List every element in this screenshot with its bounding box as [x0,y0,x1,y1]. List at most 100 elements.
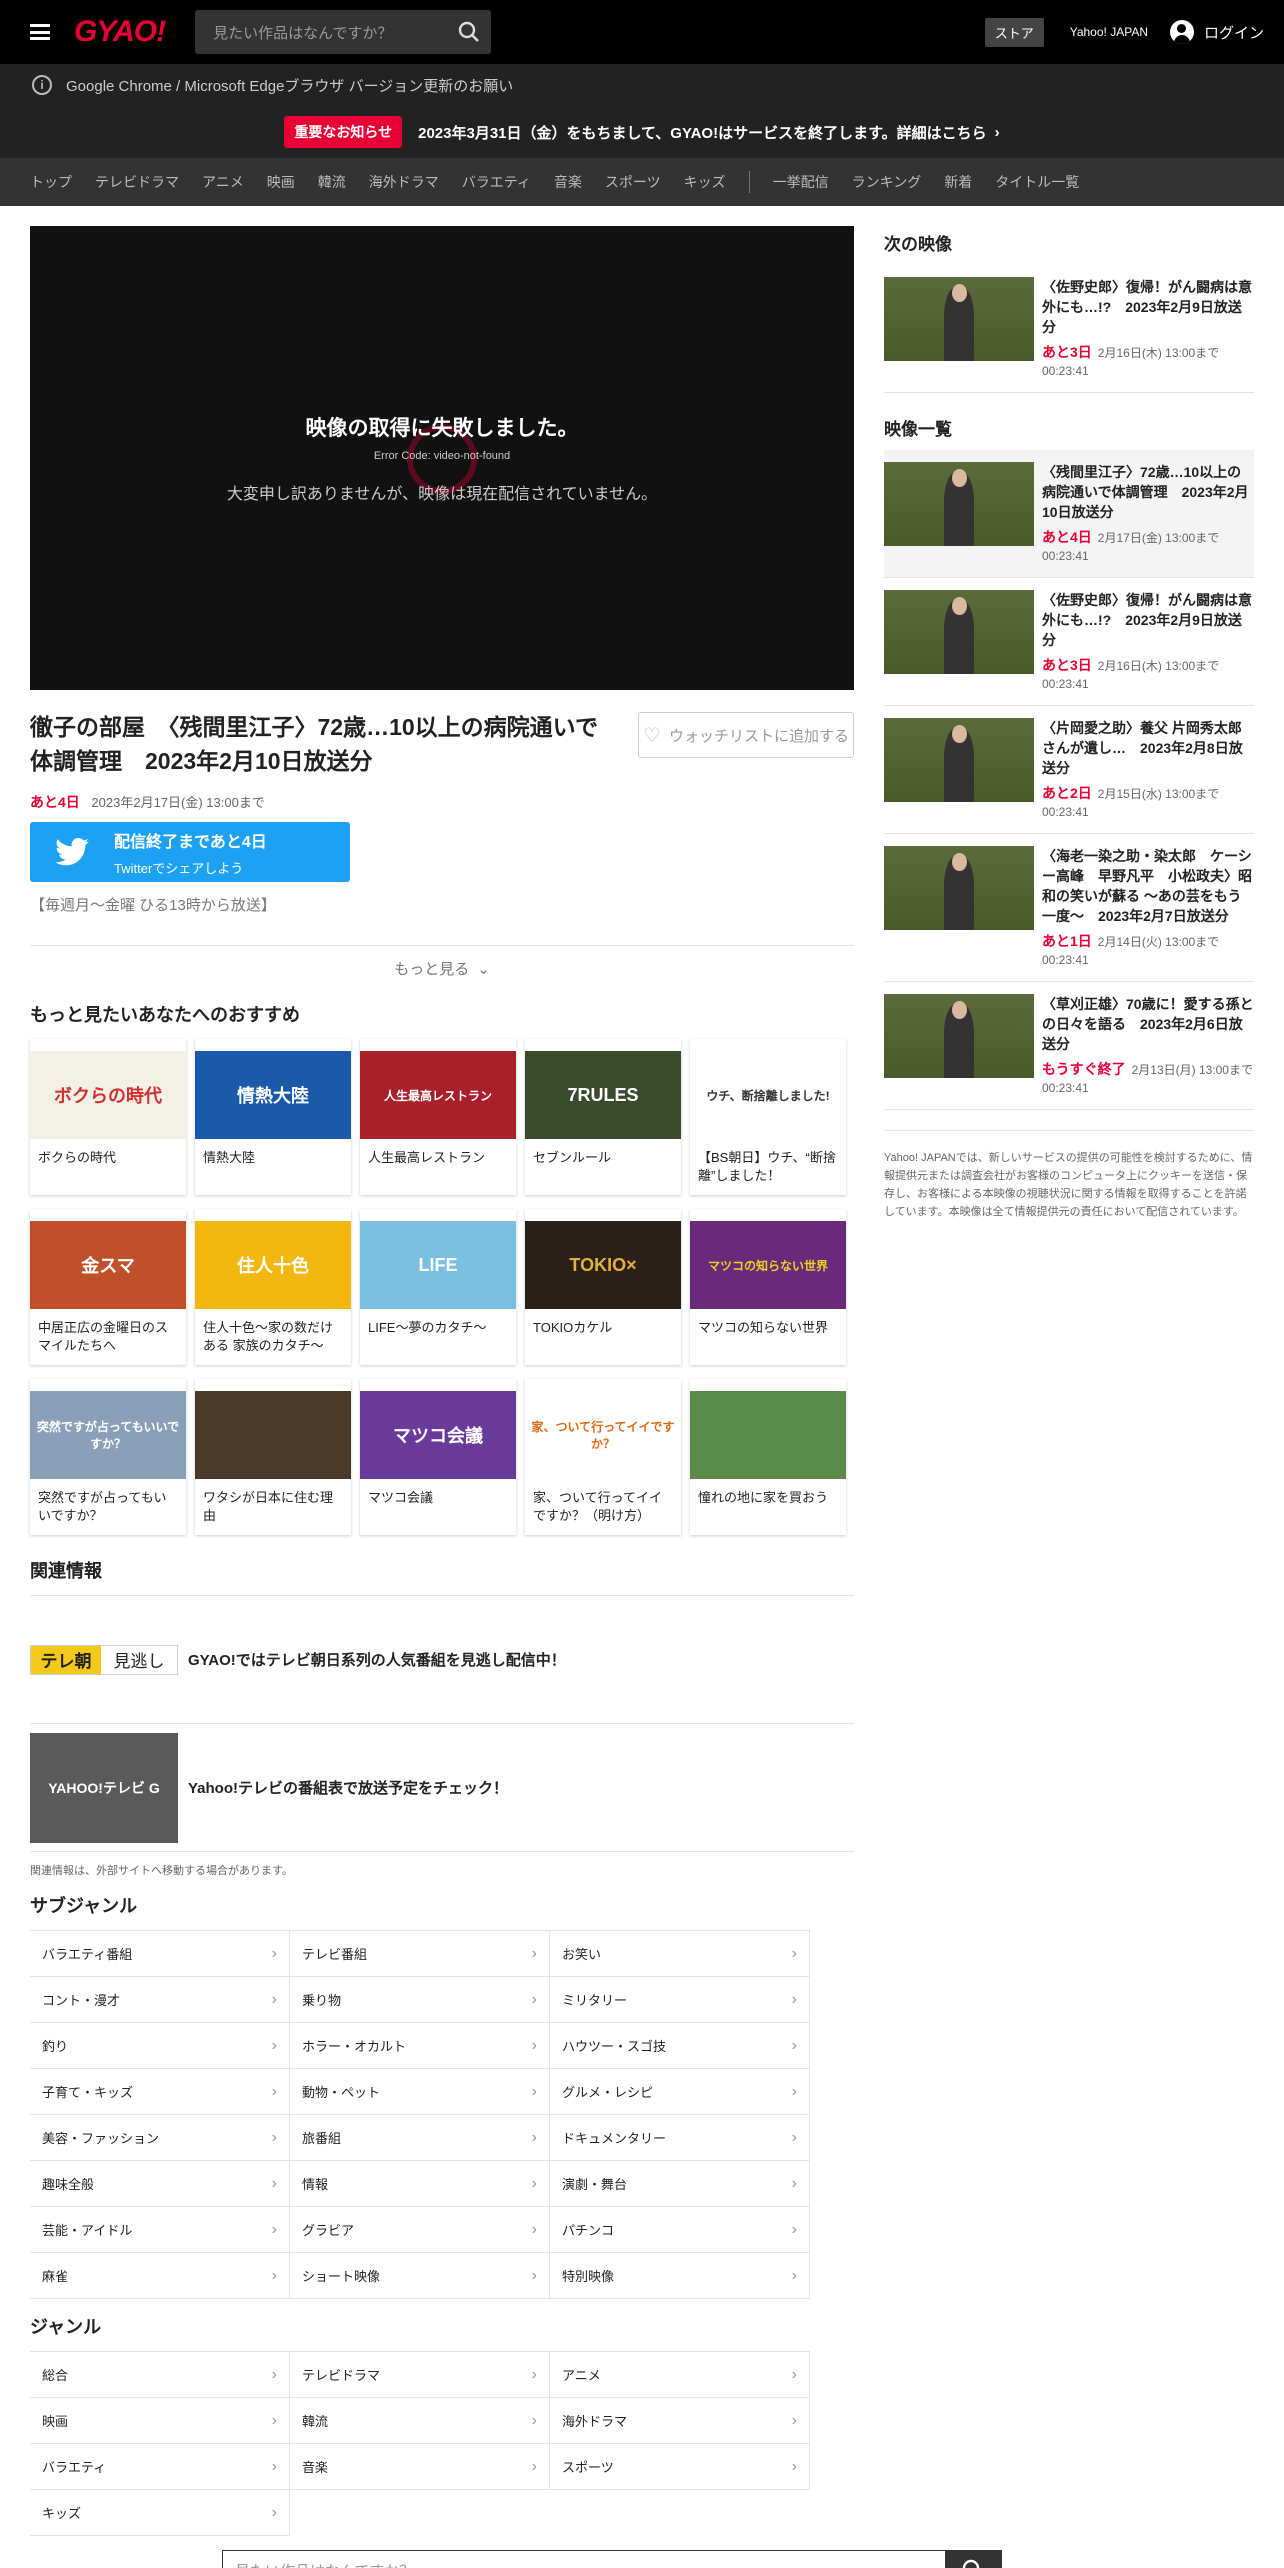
nav-item[interactable]: トップ [30,172,72,192]
recommend-card[interactable]: 情熱大陸 情熱大陸 [195,1039,351,1195]
recommend-card[interactable]: 7RULES セブンルール [525,1039,681,1195]
genre-link[interactable]: テレビドラマ › [290,2352,550,2398]
subgenre-link[interactable]: ドキュメンタリー › [550,2115,810,2161]
genre-link[interactable]: スポーツ › [550,2444,810,2490]
nav-item[interactable]: 海外ドラマ [369,172,439,192]
subgenre-link[interactable]: 動物・ペット › [290,2069,550,2115]
subgenre-link[interactable]: 乗り物 › [290,1977,550,2023]
recommend-card[interactable]: ボクらの時代 ボクらの時代 [30,1039,186,1195]
subgenre-link[interactable]: 旅番組 › [290,2115,550,2161]
subgenre-label: ショート映像 [302,2269,381,2284]
recommend-thumb-text: 突然ですが占ってもいいですか？ [36,1420,180,1451]
subgenre-link[interactable]: お笑い › [550,1931,810,1977]
video-list-item[interactable]: 〈草刈正雄〉70歳に！愛する孫との日々を語る 2023年2月6日放送分 もうすぐ終… [884,982,1254,1110]
subgenre-link[interactable]: コント・漫才 › [30,1977,290,2023]
recommend-card[interactable]: マツコの知らない世界 マツコの知らない世界 [690,1209,846,1365]
search-icon[interactable] [447,10,491,54]
subgenre-label: ドキュメンタリー [562,2131,667,2146]
search-input[interactable]: 見たい作品はなんですか？ [213,22,447,43]
video-list-item[interactable]: 〈佐野史郎〉復帰！がん闘病は意外にも…!? 2023年2月9日放送分 あと3日 2月… [884,578,1254,706]
subgenre-link[interactable]: 釣り › [30,2023,290,2069]
recommend-card[interactable]: 金スマ 中居正広の金曜日のスマイルたちへ [30,1209,186,1365]
more-button[interactable]: もっと見る ⌄ [30,945,854,991]
genre-link[interactable]: 海外ドラマ › [550,2398,810,2444]
subgenre-link[interactable]: テレビ番組 › [290,1931,550,1977]
important-notice[interactable]: 重要なお知らせ 2023年3月31日（金）をもちまして、GYAO!はサービスを終… [0,106,1284,158]
subgenre-link[interactable]: ハウツー・スゴ技 › [550,2023,810,2069]
side-item-deadline: もうすぐ終了 2月13日(月) 13:00まで 00:23:41 [1042,1060,1254,1097]
nav-item[interactable]: アニメ [202,172,244,192]
related-item-yahoo-tv[interactable]: YAHOO!テレビ G Yahoo!テレビの番組表で放送予定をチェック！ [30,1724,854,1852]
recommend-thumb-text: LIFE [418,1254,458,1275]
recommend-card[interactable]: 突然ですが占ってもいいですか？ 突然ですが占ってもいいですか？ [30,1379,186,1535]
video-list-item[interactable]: 〈片岡愛之助〉養父 片岡秀太郎さんが遺し… 2023年2月8日放送分 あと2日 2月… [884,706,1254,834]
browser-update-bar[interactable]: i Google Chrome / Microsoft Edgeブラウザ バージ… [0,64,1284,106]
login-button[interactable]: ログイン [1169,20,1264,44]
menu-icon[interactable] [30,24,50,40]
recommend-card[interactable]: 憧れの地に家を買おう [690,1379,846,1535]
recommend-card[interactable]: マツコ会議 マツコ会議 [360,1379,516,1535]
video-list-item[interactable]: 〈海老一染之助・染太郎 ケーシー高峰 早野凡平 小松政夫〉昭和の笑いが蘇る ～あ… [884,834,1254,982]
genre-link[interactable]: キッズ › [30,2490,290,2536]
nav-item[interactable]: 音楽 [554,172,582,192]
genre-link[interactable]: 音楽 › [290,2444,550,2490]
next-video-item[interactable]: 〈佐野史郎〉復帰！がん闘病は意外にも…!? 2023年2月9日放送分 あと3日 2… [884,265,1254,393]
subgenre-link[interactable]: 子育て・キッズ › [30,2069,290,2115]
video-player[interactable]: 映像の取得に失敗しました。 Error Code: video-not-foun… [30,226,854,690]
subgenre-link[interactable]: 情報 › [290,2161,550,2207]
yahoo-japan-link[interactable]: Yahoo! JAPAN [1070,25,1148,39]
subgenre-link[interactable]: ショート映像 › [290,2253,550,2299]
store-button[interactable]: ストア [984,17,1044,47]
recommend-card[interactable]: LIFE LIFE～夢のカタチ～ [360,1209,516,1365]
genre-link[interactable]: 韓流 › [290,2398,550,2444]
side-item-remaining: もうすぐ終了 [1042,1061,1126,1077]
subgenre-link[interactable]: グルメ・レシピ › [550,2069,810,2115]
recommend-card[interactable]: ワタシが日本に住む理由 [195,1379,351,1535]
nav-item[interactable]: 韓流 [318,172,346,192]
bottom-search-input[interactable]: 見たい作品はなんですか？ [223,2551,945,2568]
nav-item[interactable]: ランキング [852,172,922,192]
search-box[interactable]: 見たい作品はなんですか？ [195,10,492,54]
nav-item[interactable]: タイトル一覧 [995,172,1079,192]
subgenre-link[interactable]: バラエティ番組 › [30,1931,290,1977]
watchlist-button[interactable]: ♡ ウォッチリストに追加する [638,712,854,758]
subgenre-label: 演劇・舞台 [562,2177,628,2192]
subgenre-link[interactable]: グラビア › [290,2207,550,2253]
subgenre-link[interactable]: ミリタリー › [550,1977,810,2023]
bottom-search-box[interactable]: 見たい作品はなんですか？ [222,2550,1002,2568]
subgenre-link[interactable]: 美容・ファッション › [30,2115,290,2161]
recommend-card[interactable]: 住人十色 住人十色～家の数だけある 家族のカタチ～ [195,1209,351,1365]
cookie-note: Yahoo! JAPANでは、新しいサービスの提供の可能性を検討するために、情報… [884,1130,1254,1221]
side-item-title: 〈残間里江子〉72歳…10以上の病院通いで体調管理 2023年2月10日放送分 [1042,464,1249,520]
subgenre-link[interactable]: 趣味全般 › [30,2161,290,2207]
nav-item[interactable]: スポーツ [605,172,661,192]
gyao-logo[interactable]: GYAO! [74,15,166,49]
subgenre-link[interactable]: ホラー・オカルト › [290,2023,550,2069]
genre-label: バラエティ [42,2460,107,2475]
nav-item[interactable]: 映画 [267,172,295,192]
nav-item[interactable]: テレビドラマ [95,172,179,192]
recommend-card[interactable]: 家、ついて行ってイイですか？ 家、ついて行ってイイですか？（明け方） [525,1379,681,1535]
subgenre-link[interactable]: 特別映像 › [550,2253,810,2299]
nav-item[interactable]: 新着 [944,172,972,192]
twitter-share-button[interactable]: 配信終了まであと4日 Twitterでシェアしよう [30,822,350,882]
nav-item[interactable]: キッズ [684,172,726,192]
search-icon[interactable] [945,2551,1001,2568]
recommend-card[interactable]: 人生最高レストラン 人生最高レストラン [360,1039,516,1195]
genre-link[interactable]: アニメ › [550,2352,810,2398]
chevron-right-icon: › [271,1990,277,2008]
subgenre-link[interactable]: 演劇・舞台 › [550,2161,810,2207]
related-item-terasa[interactable]: テレ朝 見逃し GYAO!ではテレビ朝日系列の人気番組を見逃し配信中！ [30,1596,854,1724]
genre-link[interactable]: 総合 › [30,2352,290,2398]
recommend-card[interactable]: TOKIO× TOKIOカケル [525,1209,681,1365]
nav-item[interactable]: 一挙配信 [773,172,829,192]
subgenre-link[interactable]: パチンコ › [550,2207,810,2253]
genre-link[interactable]: 映画 › [30,2398,290,2444]
nav-item[interactable]: バラエティ [462,172,531,192]
recommend-card[interactable]: ウチ、断捨離しました! 【BS朝日】ウチ、“断捨離”しました！ [690,1039,846,1195]
subgenre-link[interactable]: 麻雀 › [30,2253,290,2299]
subgenre-link[interactable]: 芸能・アイドル › [30,2207,290,2253]
video-list-item[interactable]: 〈残間里江子〉72歳…10以上の病院通いで体調管理 2023年2月10日放送分あ… [884,450,1254,578]
side-item-duration: 00:23:41 [1042,1081,1089,1095]
genre-link[interactable]: バラエティ › [30,2444,290,2490]
